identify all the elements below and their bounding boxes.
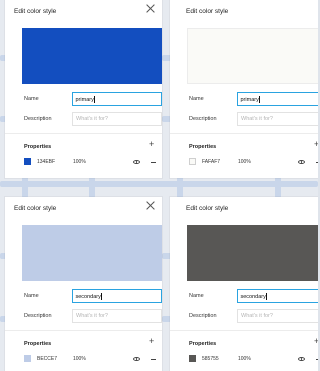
text-caret (94, 95, 96, 103)
color-style-dialog: Edit color style Name primary Descriptio… (5, 0, 162, 178)
divider (170, 330, 318, 331)
description-input[interactable]: What's it for? (72, 112, 162, 126)
opacity-value[interactable]: 100% (73, 356, 86, 362)
name-input[interactable]: primary (237, 92, 318, 106)
color-style-dialog: Edit color style Name secondary Descript… (170, 197, 318, 371)
color-preview (187, 225, 318, 281)
divider (5, 330, 162, 331)
properties-heading: Properties (24, 144, 52, 150)
plus-icon[interactable]: + (149, 140, 154, 149)
connector-bar (0, 181, 318, 187)
name-value: primary (75, 96, 94, 103)
properties-heading: Properties (189, 341, 217, 347)
close-icon[interactable] (146, 4, 155, 13)
color-chip[interactable] (189, 158, 196, 165)
description-label: Description (189, 313, 217, 319)
hex-value[interactable]: BECCE7 (37, 356, 57, 362)
color-chip[interactable] (189, 355, 196, 362)
dialog-title: Edit color style (186, 205, 229, 212)
description-input[interactable]: What's it for? (237, 309, 318, 323)
hex-value[interactable]: 585755 (202, 356, 219, 362)
eye-icon[interactable] (298, 357, 305, 361)
divider (170, 133, 318, 134)
name-input[interactable]: secondary (72, 289, 162, 303)
description-input[interactable]: What's it for? (72, 309, 162, 323)
hex-value[interactable]: FAFAF7 (202, 159, 220, 165)
color-preview (22, 225, 162, 281)
opacity-value[interactable]: 100% (73, 159, 86, 165)
close-icon[interactable] (146, 201, 155, 210)
dialog-title: Edit color style (186, 8, 229, 15)
hex-value[interactable]: 134EBF (37, 159, 55, 165)
name-label: Name (189, 293, 204, 299)
description-input[interactable]: What's it for? (237, 112, 318, 126)
plus-icon[interactable]: + (314, 337, 318, 346)
text-caret (101, 292, 103, 300)
dialog-title: Edit color style (14, 205, 57, 212)
opacity-value[interactable]: 100% (238, 356, 251, 362)
color-preview (22, 28, 162, 84)
color-chip[interactable] (24, 158, 31, 165)
properties-heading: Properties (189, 144, 217, 150)
name-label: Name (24, 96, 39, 102)
name-value: secondary (240, 293, 266, 300)
description-label: Description (189, 116, 217, 122)
plus-icon[interactable]: + (149, 337, 154, 346)
minus-icon[interactable] (316, 162, 318, 163)
name-value: secondary (75, 293, 101, 300)
description-label: Description (24, 116, 52, 122)
divider (5, 133, 162, 134)
eye-icon[interactable] (133, 357, 140, 361)
minus-icon[interactable] (316, 359, 318, 360)
properties-heading: Properties (24, 341, 52, 347)
color-preview (187, 28, 318, 84)
color-chip[interactable] (24, 355, 31, 362)
plus-icon[interactable]: + (314, 140, 318, 149)
text-caret (259, 95, 261, 103)
eye-icon[interactable] (298, 160, 305, 164)
opacity-value[interactable]: 100% (238, 159, 251, 165)
dialog-title: Edit color style (14, 8, 57, 15)
name-input[interactable]: secondary (237, 289, 318, 303)
minus-icon[interactable] (151, 359, 156, 360)
eye-icon[interactable] (133, 160, 140, 164)
name-label: Name (189, 96, 204, 102)
minus-icon[interactable] (151, 162, 156, 163)
canvas: Edit color style Name primary Descriptio… (0, 0, 318, 371)
color-style-dialog: Edit color style Name primary Descriptio… (170, 0, 318, 178)
name-input[interactable]: primary (72, 92, 162, 106)
name-value: primary (240, 96, 259, 103)
description-label: Description (24, 313, 52, 319)
color-style-dialog: Edit color style Name secondary Descript… (5, 197, 162, 371)
name-label: Name (24, 293, 39, 299)
text-caret (266, 292, 268, 300)
